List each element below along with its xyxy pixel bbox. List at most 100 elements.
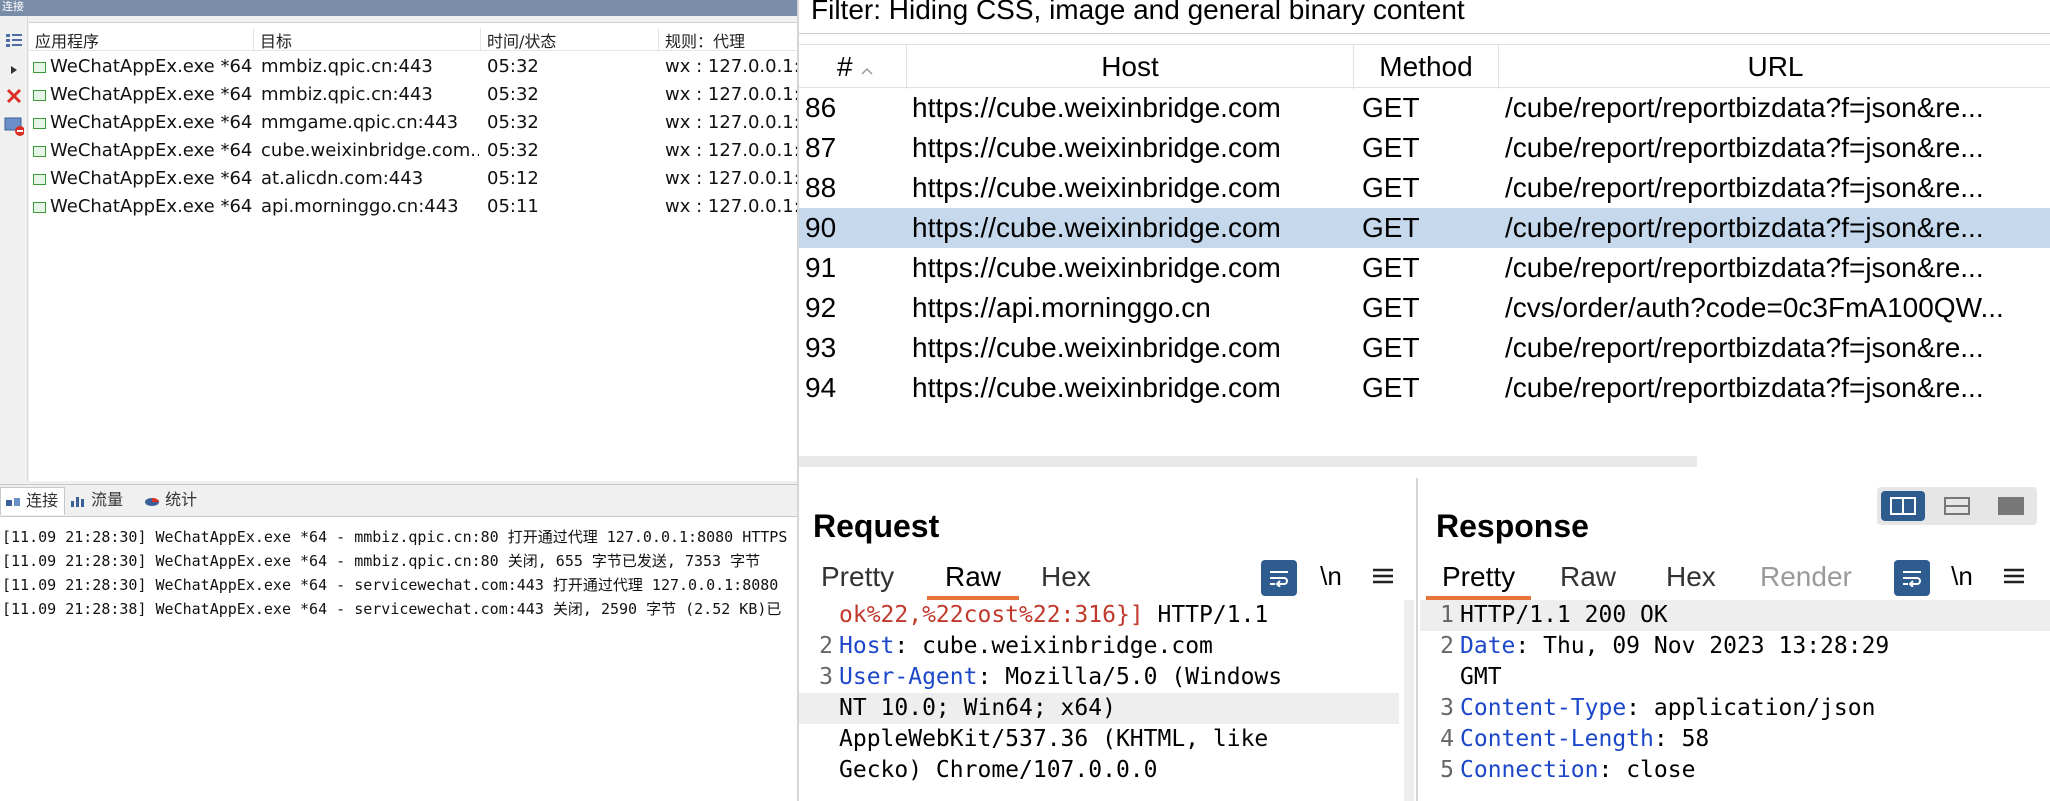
row-method: GET — [1362, 292, 1420, 323]
wrap-lines-icon[interactable] — [1261, 560, 1297, 596]
tab-request-hex[interactable]: Hex — [1041, 556, 1091, 600]
column-number[interactable]: # — [799, 45, 907, 89]
connection-row[interactable]: WeChatAppEx.exe *64 mmbiz.qpic.cn:443 05… — [29, 81, 797, 109]
single-pane-icon[interactable] — [1989, 491, 2033, 521]
expand-arrow-icon[interactable] — [4, 60, 24, 80]
code-line: ok%22,%22cost%22:316}] HTTP/1.1 — [839, 602, 1269, 628]
tab-response-pretty[interactable]: Pretty — [1426, 556, 1532, 600]
app-name: WeChatAppEx.exe *64 — [50, 168, 253, 189]
row-method: GET — [1362, 252, 1420, 283]
response-title: Response — [1436, 508, 1589, 544]
connection-row[interactable]: WeChatAppEx.exe *64 mmbiz.qpic.cn:443 05… — [29, 53, 797, 81]
row-method: GET — [1362, 172, 1420, 203]
connections-window: 连接 应用程序 目标 时间/状态 规则：代理 WeChatAppEx.exe *… — [0, 0, 797, 801]
history-row[interactable]: 92 https://api.morninggo.cn GET /cvs/ord… — [799, 288, 2050, 328]
target: api.morninggo.cn:443 — [261, 196, 459, 217]
connection-row[interactable]: WeChatAppEx.exe *64 mmgame.qpic.cn:443 0… — [29, 109, 797, 137]
row-number: 88 — [805, 172, 837, 203]
app-icon — [33, 146, 46, 157]
column-host[interactable]: Host — [907, 45, 1354, 89]
code-line: 5 Connection: close — [1440, 757, 1696, 783]
row-method: GET — [1362, 92, 1420, 123]
history-row[interactable]: 88 https://cube.weixinbridge.com GET /cu… — [799, 168, 2050, 208]
tab-connections-label: 连接 — [26, 491, 59, 510]
row-number: 86 — [805, 92, 837, 123]
bar-chart-icon — [71, 496, 84, 507]
row-url: /cube/report/reportbizdata?f=json&re... — [1505, 172, 1984, 203]
left-bottom-tabs: 连接 流量 统计 — [0, 484, 797, 516]
code-line: GMT — [1460, 664, 1502, 690]
list-view-icon[interactable] — [4, 30, 24, 50]
row-number: 87 — [805, 132, 837, 163]
tab-request-raw[interactable]: Raw — [927, 556, 1020, 600]
row-method: GET — [1362, 372, 1420, 403]
connection-row[interactable]: WeChatAppEx.exe *64 at.alicdn.com:443 05… — [29, 165, 797, 193]
code-line: NT 10.0; Win64; x64) — [799, 693, 1399, 724]
code-line: 3 User-Agent: Mozilla/5.0 (Windows — [819, 664, 1283, 690]
history-row-selected[interactable]: 90 https://cube.weixinbridge.com GET /cu… — [799, 208, 2050, 248]
connection-row[interactable]: WeChatAppEx.exe *64 api.morninggo.cn:443… — [29, 193, 797, 221]
remove-closed-icon[interactable] — [4, 116, 24, 136]
left-toolbar — [0, 16, 28, 481]
response-pane: Response Pretty Raw Hex Render \n 1 HTTP/… — [1420, 478, 2050, 801]
target: mmbiz.qpic.cn:443 — [261, 56, 433, 77]
row-number: 93 — [805, 332, 837, 363]
wrap-lines-icon[interactable] — [1894, 560, 1930, 596]
request-editor[interactable]: ok%22,%22cost%22:316}] HTTP/1.1 2 Host: c… — [799, 600, 1399, 801]
target: at.alicdn.com:443 — [261, 168, 424, 189]
menu-icon[interactable] — [1996, 556, 2032, 596]
split-horizontal-icon[interactable] — [1881, 491, 1925, 521]
app-icon — [33, 90, 46, 101]
rule-proxy: wx : 127.0.0.1:8 — [665, 168, 797, 189]
tab-statistics[interactable]: 统计 — [140, 487, 203, 515]
request-vertical-scrollbar[interactable] — [1404, 600, 1414, 801]
row-number: 94 — [805, 372, 837, 403]
column-application[interactable]: 应用程序 — [29, 28, 254, 50]
history-row[interactable]: 94 https://cube.weixinbridge.com GET /cu… — [799, 368, 2050, 408]
column-rule-proxy[interactable]: 规则：代理 — [659, 28, 797, 50]
target: mmgame.qpic.cn:443 — [261, 112, 459, 133]
split-vertical-icon[interactable] — [1935, 491, 1979, 521]
connection-row[interactable]: WeChatAppEx.exe *64 cube.weixinbridge.co… — [29, 137, 797, 165]
filter-bar[interactable]: Filter: Hiding CSS, image and general bi… — [799, 0, 2050, 34]
tab-request-pretty[interactable]: Pretty — [821, 556, 894, 600]
code-line: 2 Date: Thu, 09 Nov 2023 13:28:29 — [1440, 633, 1890, 659]
history-table-header: # Host Method URL — [799, 44, 2050, 89]
tab-traffic-label: 流量 — [91, 490, 124, 509]
row-host: https://cube.weixinbridge.com — [912, 132, 1281, 163]
column-target[interactable]: 目标 — [254, 28, 481, 50]
tab-response-hex[interactable]: Hex — [1666, 556, 1716, 600]
history-row[interactable]: 87 https://cube.weixinbridge.com GET /cu… — [799, 128, 2050, 168]
time-status: 05:32 — [487, 112, 539, 133]
newline-toggle[interactable]: \n — [1313, 556, 1349, 596]
row-url: /cube/report/reportbizdata?f=json&re... — [1505, 132, 1984, 163]
row-method: GET — [1362, 332, 1420, 363]
sort-ascending-icon — [861, 67, 873, 75]
history-row[interactable]: 86 https://cube.weixinbridge.com GET /cu… — [799, 88, 2050, 128]
history-horizontal-scrollbar[interactable] — [799, 456, 1697, 467]
menu-icon[interactable] — [1365, 556, 1401, 596]
response-editor[interactable]: 1 HTTP/1.1 200 OK 2 Date: Thu, 09 Nov 2023… — [1420, 600, 2050, 801]
row-method: GET — [1362, 212, 1420, 243]
history-row[interactable]: 93 https://cube.weixinbridge.com GET /cu… — [799, 328, 2050, 368]
code-line: 4 Content-Length: 58 — [1440, 726, 1710, 752]
row-number: 91 — [805, 252, 837, 283]
layout-toggle — [1877, 487, 2037, 525]
request-pane: Request Pretty Raw Hex \n ok%22,%22cost%… — [799, 478, 1418, 801]
tab-response-render[interactable]: Render — [1760, 556, 1852, 600]
code-line: 3 Content-Type: application/json — [1440, 695, 1876, 721]
row-host: https://api.morninggo.cn — [912, 292, 1211, 323]
window-title: 连接 — [0, 0, 797, 16]
newline-toggle[interactable]: \n — [1944, 556, 1980, 596]
code-line: AppleWebKit/537.36 (KHTML, like — [839, 726, 1269, 752]
time-status: 05:32 — [487, 56, 539, 77]
column-method[interactable]: Method — [1354, 45, 1499, 89]
history-row[interactable]: 91 https://cube.weixinbridge.com GET /cu… — [799, 248, 2050, 288]
tab-connections[interactable]: 连接 — [0, 487, 66, 515]
app-name: WeChatAppEx.exe *64 — [50, 56, 253, 77]
column-url[interactable]: URL — [1499, 45, 2050, 89]
tab-traffic[interactable]: 流量 — [66, 487, 129, 515]
tab-response-raw[interactable]: Raw — [1560, 556, 1616, 600]
column-time-status[interactable]: 时间/状态 — [481, 28, 659, 50]
close-connection-icon[interactable] — [4, 86, 24, 106]
